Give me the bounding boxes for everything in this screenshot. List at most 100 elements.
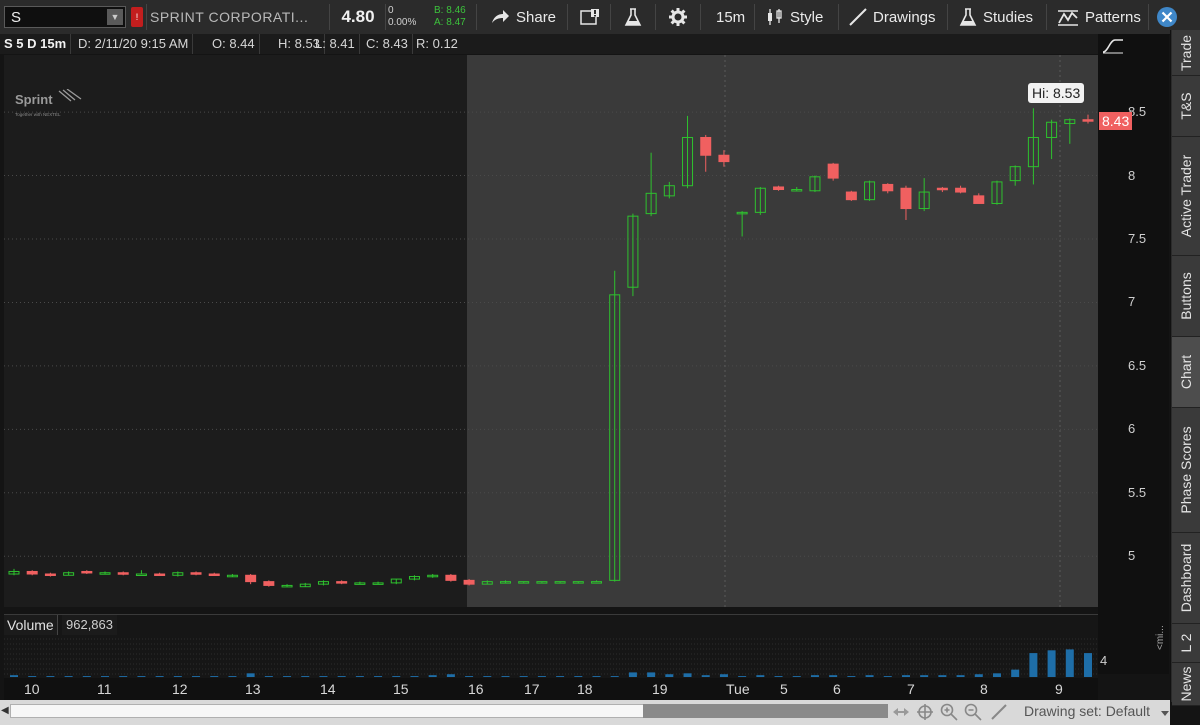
candle-body bbox=[81, 570, 93, 574]
volume-bar bbox=[810, 675, 819, 677]
price-tick-label: 5 bbox=[1128, 548, 1136, 564]
flask-button[interactable] bbox=[623, 0, 643, 34]
zoom-in-icon[interactable] bbox=[940, 703, 958, 721]
candle-body bbox=[973, 195, 985, 204]
volume-bar bbox=[101, 676, 110, 677]
sidebar-tab-chart[interactable]: Chart bbox=[1172, 337, 1200, 408]
sidebar-tab-news[interactable]: News bbox=[1172, 663, 1200, 706]
zoom-out-icon[interactable] bbox=[964, 703, 982, 721]
volume-bar bbox=[228, 676, 237, 677]
last-price-tag: 8.43 bbox=[1099, 112, 1133, 130]
patterns-label: Patterns bbox=[1085, 8, 1141, 26]
price-chart[interactable] bbox=[4, 55, 1098, 607]
studies-button[interactable]: Studies bbox=[959, 0, 1033, 34]
sidebar-tab-buttons[interactable]: Buttons bbox=[1172, 256, 1200, 337]
time-tick-label: 7 bbox=[907, 681, 915, 697]
patterns-icon bbox=[1058, 10, 1078, 26]
share-icon bbox=[492, 10, 509, 23]
time-tick-label: 9 bbox=[1055, 681, 1063, 697]
volume-bar bbox=[210, 676, 219, 677]
style-button[interactable]: Style bbox=[766, 0, 823, 34]
volume-bar bbox=[446, 674, 455, 677]
drawings-button[interactable]: Drawings bbox=[849, 0, 936, 34]
symbol-input[interactable]: S ▼ bbox=[4, 6, 126, 28]
change-percent: 0.00% bbox=[388, 17, 417, 28]
alert-flag-icon[interactable]: ! bbox=[131, 7, 143, 27]
pencil-line-icon bbox=[849, 8, 867, 26]
volume-bar bbox=[1011, 669, 1020, 677]
time-tick-label: Tue bbox=[726, 681, 750, 697]
volume-bar bbox=[501, 676, 510, 677]
time-tick-label: 13 bbox=[245, 681, 261, 697]
price-tick-label: 5.5 bbox=[1128, 484, 1147, 500]
drawing-tool-icon[interactable] bbox=[990, 703, 1008, 721]
sidebar-tab-label: L 2 bbox=[1178, 633, 1194, 653]
time-tick-label: 17 bbox=[524, 681, 540, 697]
time-axis[interactable] bbox=[4, 678, 1098, 700]
volume-bar bbox=[428, 675, 437, 677]
time-tick-label: 10 bbox=[24, 681, 40, 697]
alert-button[interactable] bbox=[580, 0, 600, 34]
sidebar-tab-t-s[interactable]: T&S bbox=[1172, 76, 1200, 137]
sidebar-tab-label: News bbox=[1178, 666, 1194, 702]
volume-bar bbox=[137, 676, 146, 677]
price-axis[interactable] bbox=[1098, 34, 1169, 674]
svg-text:Sprint: Sprint bbox=[15, 92, 53, 107]
volume-bar bbox=[592, 676, 601, 677]
volume-bar bbox=[556, 676, 565, 677]
candle-body bbox=[463, 579, 475, 585]
scroll-left-arrow[interactable]: ◀ bbox=[1, 705, 9, 716]
patterns-button[interactable]: Patterns bbox=[1057, 0, 1141, 34]
symbol-dropdown-icon[interactable]: ▼ bbox=[107, 9, 123, 25]
crosshair-icon[interactable] bbox=[916, 703, 934, 721]
change-value: 0 bbox=[388, 5, 394, 16]
sidebar-tab-label: Trade bbox=[1178, 34, 1194, 71]
zoom-expand-icon[interactable] bbox=[892, 703, 910, 721]
volume-bar bbox=[847, 676, 856, 677]
sidebar-tab-l-2[interactable]: L 2 bbox=[1172, 624, 1200, 663]
time-tick-label: 5 bbox=[780, 681, 788, 697]
scrollbar-thumb[interactable] bbox=[643, 704, 888, 718]
sidebar-tab-phase-scores[interactable]: Phase Scores bbox=[1172, 408, 1200, 533]
volume-bar bbox=[1047, 650, 1056, 677]
volume-bar bbox=[173, 676, 182, 677]
price-tick-label: 6 bbox=[1128, 421, 1136, 437]
volume-bar bbox=[1029, 653, 1038, 677]
axis-toggle-icon[interactable] bbox=[1102, 36, 1124, 54]
sidebar-tab-dashboard[interactable]: Dashboard bbox=[1172, 533, 1200, 624]
volume-bar bbox=[374, 676, 383, 677]
volume-bar bbox=[738, 676, 747, 677]
time-tick-label: 19 bbox=[652, 681, 668, 697]
drawing-set-label[interactable]: Drawing set: Default bbox=[1024, 703, 1150, 719]
candle bbox=[445, 574, 457, 582]
time-tick-label: 18 bbox=[577, 681, 593, 697]
volume-bar bbox=[701, 675, 710, 677]
sidebar-tab-label: Buttons bbox=[1178, 272, 1194, 320]
share-label: Share bbox=[516, 8, 557, 26]
volume-bar bbox=[319, 676, 328, 677]
settings-button[interactable] bbox=[668, 0, 688, 34]
volume-bar bbox=[465, 676, 474, 677]
drawing-set-dropdown-icon[interactable] bbox=[1160, 708, 1170, 718]
time-tick-label: 8 bbox=[980, 681, 988, 697]
volume-bar bbox=[683, 673, 692, 677]
close-button[interactable] bbox=[1156, 0, 1178, 34]
candle bbox=[827, 162, 839, 181]
volume-bar bbox=[392, 676, 401, 677]
sidebar-tab-label: Dashboard bbox=[1178, 543, 1194, 613]
volume-chart[interactable] bbox=[4, 614, 1098, 679]
sidebar-tab-active-trader[interactable]: Active Trader bbox=[1172, 137, 1200, 256]
candle-body bbox=[718, 154, 730, 163]
volume-bar bbox=[956, 675, 965, 677]
price-tick-label: 7.5 bbox=[1128, 231, 1147, 246]
volume-bar bbox=[1065, 649, 1074, 677]
timeframe-button[interactable]: 15m bbox=[716, 0, 745, 34]
volume-bar bbox=[920, 675, 929, 677]
volume-bar bbox=[246, 673, 255, 677]
sidebar-tab-label: T&S bbox=[1178, 92, 1194, 120]
symbol-text: S bbox=[11, 9, 22, 26]
share-button[interactable]: Share bbox=[490, 0, 556, 34]
volume-bar bbox=[938, 675, 947, 677]
sidebar-tab-trade[interactable]: Trade bbox=[1172, 30, 1200, 76]
volume-bar bbox=[337, 676, 346, 677]
